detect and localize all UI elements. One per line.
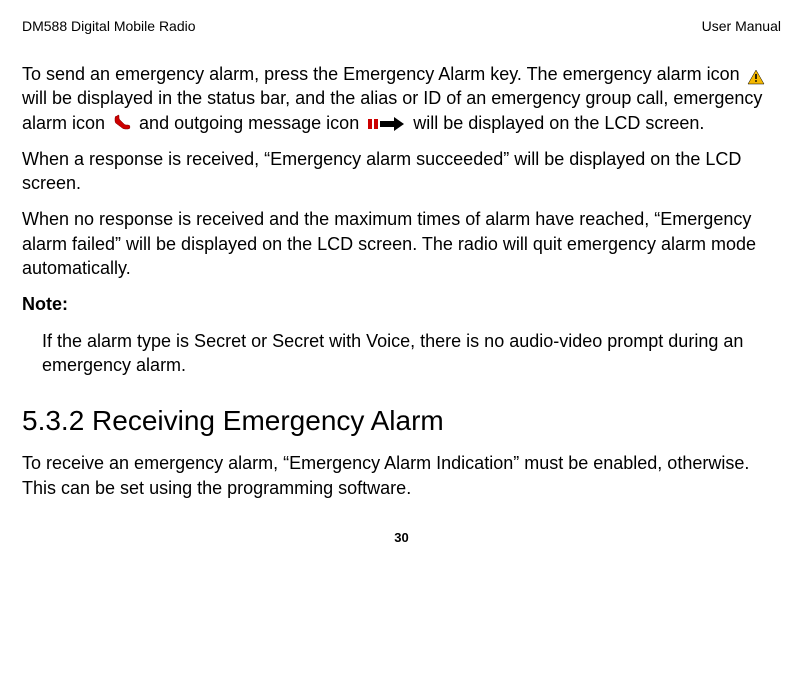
paragraph-1: To send an emergency alarm, press the Em… <box>22 62 781 135</box>
warning-triangle-icon <box>747 67 765 83</box>
para1-part1: To send an emergency alarm, press the Em… <box>22 64 745 84</box>
page-number: 30 <box>22 530 781 545</box>
phone-handset-icon <box>112 114 132 134</box>
para1-part3: and outgoing message icon <box>139 113 364 133</box>
header-left: DM588 Digital Mobile Radio <box>22 18 196 34</box>
note-body: If the alarm type is Secret or Secret wi… <box>42 329 781 378</box>
para1-part4: will be displayed on the LCD screen. <box>413 113 704 133</box>
paragraph-3: When no response is received and the max… <box>22 207 781 280</box>
page-header: DM588 Digital Mobile Radio User Manual <box>22 18 781 34</box>
section-heading: 5.3.2 Receiving Emergency Alarm <box>22 405 781 437</box>
outgoing-message-arrow-icon <box>366 115 406 133</box>
header-right: User Manual <box>702 18 781 34</box>
note-label: Note: <box>22 292 781 316</box>
paragraph-4: To receive an emergency alarm, “Emergenc… <box>22 451 781 500</box>
paragraph-2: When a response is received, “Emergency … <box>22 147 781 196</box>
